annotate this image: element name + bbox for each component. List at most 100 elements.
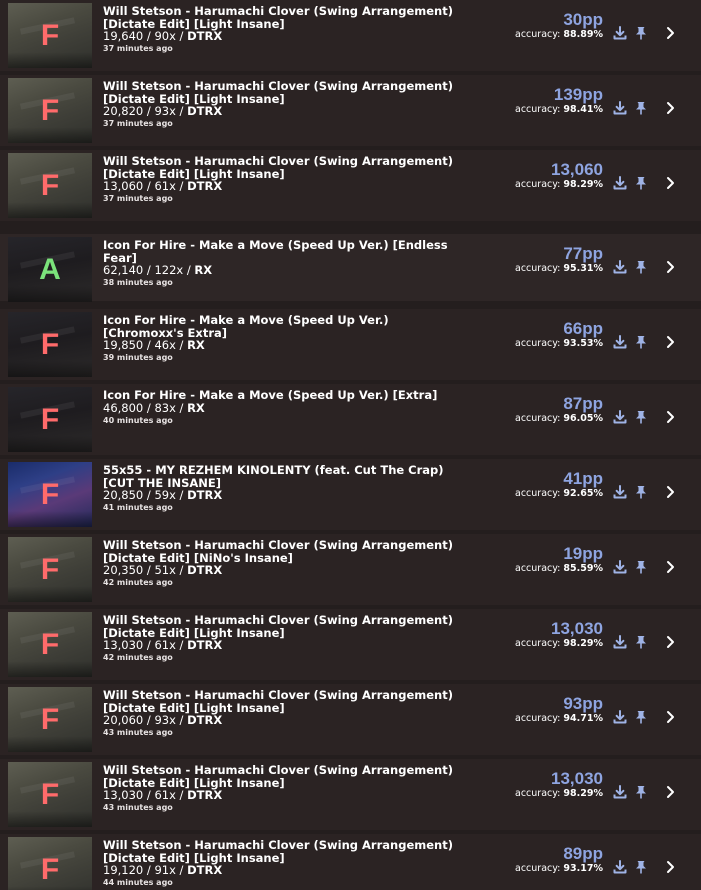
download-icon[interactable] — [612, 258, 628, 276]
pin-icon[interactable] — [633, 858, 649, 876]
accuracy: accuracy: 98.41% — [515, 104, 603, 116]
time-ago: 42 minutes ago — [103, 653, 173, 662]
download-icon[interactable] — [612, 708, 628, 726]
pin-icon[interactable] — [633, 708, 649, 726]
score-performance: 66pp accuracy: 93.53% — [515, 319, 603, 350]
pin-icon[interactable] — [633, 333, 649, 351]
beatmap-thumbnail: F — [8, 3, 92, 68]
score-stats: 13,030 / 61x / DTRX — [103, 788, 223, 802]
max-combo: 83x — [154, 400, 176, 415]
pp-value: 13,030 — [551, 619, 603, 638]
score-row[interactable]: F Will Stetson - Harumachi Clover (Swing… — [0, 684, 701, 755]
pp-value: 19pp — [563, 544, 603, 563]
chevron-right-icon[interactable] — [662, 99, 678, 117]
chevron-right-icon[interactable] — [662, 408, 678, 426]
mods-label: DTRX — [187, 638, 223, 652]
score-row[interactable]: F Will Stetson - Harumachi Clover (Swing… — [0, 609, 701, 680]
max-combo: 51x — [154, 563, 176, 577]
pin-icon[interactable] — [633, 558, 649, 576]
score-row[interactable]: F Will Stetson - Harumachi Clover (Swing… — [0, 834, 701, 890]
accuracy-value: 98.29% — [563, 638, 603, 649]
score-row[interactable]: F Will Stetson - Harumachi Clover (Swing… — [0, 75, 701, 146]
download-icon[interactable] — [612, 99, 628, 117]
beatmap-title[interactable]: Will Stetson - Harumachi Clover (Swing A… — [103, 839, 463, 864]
score-stats: 20,820 / 93x / DTRX — [103, 104, 223, 118]
beatmap-title[interactable]: Icon For Hire - Make a Move (Speed Up Ve… — [103, 314, 463, 339]
beatmap-thumbnail: F — [8, 387, 92, 452]
grade-badge: F — [40, 327, 60, 361]
score-row[interactable]: F Will Stetson - Harumachi Clover (Swing… — [0, 150, 701, 221]
grade-badge: A — [39, 252, 61, 286]
beatmap-title[interactable]: Will Stetson - Harumachi Clover (Swing A… — [103, 764, 463, 789]
chevron-right-icon[interactable] — [662, 483, 678, 501]
score-stats: 13,060 / 61x / DTRX — [103, 179, 223, 193]
chevron-right-icon[interactable] — [662, 708, 678, 726]
score-row[interactable]: F Will Stetson - Harumachi Clover (Swing… — [0, 0, 701, 71]
download-icon[interactable] — [612, 858, 628, 876]
pin-icon[interactable] — [633, 633, 649, 651]
score-stats: 20,350 / 51x / DTRX — [103, 563, 223, 577]
accuracy-label: accuracy: — [515, 638, 561, 649]
mods-label: RX — [194, 263, 213, 277]
score-row[interactable]: F Will Stetson - Harumachi Clover (Swing… — [0, 534, 701, 605]
pin-icon[interactable] — [633, 99, 649, 117]
chevron-right-icon[interactable] — [662, 858, 678, 876]
accuracy: accuracy: 92.65% — [515, 488, 603, 500]
pin-icon[interactable] — [633, 783, 649, 801]
score-row[interactable]: A Icon For Hire - Make a Move (Speed Up … — [0, 234, 701, 302]
time-ago: 38 minutes ago — [103, 278, 173, 287]
beatmap-thumbnail: F — [8, 537, 92, 602]
chevron-right-icon[interactable] — [662, 258, 678, 276]
beatmap-title[interactable]: Will Stetson - Harumachi Clover (Swing A… — [103, 614, 463, 639]
beatmap-title[interactable]: Will Stetson - Harumachi Clover (Swing A… — [103, 539, 463, 564]
download-icon[interactable] — [612, 333, 628, 351]
chevron-right-icon[interactable] — [662, 174, 678, 192]
pin-icon[interactable] — [633, 174, 649, 192]
score-value: 20,820 — [103, 104, 144, 118]
chevron-right-icon[interactable] — [662, 633, 678, 651]
score-performance: 139pp accuracy: 98.41% — [515, 85, 603, 116]
score-row[interactable]: F Will Stetson - Harumachi Clover (Swing… — [0, 759, 701, 830]
score-performance: 19pp accuracy: 85.59% — [515, 544, 603, 575]
pin-icon[interactable] — [633, 483, 649, 501]
score-info: Will Stetson - Harumachi Clover (Swing A… — [103, 689, 463, 739]
beatmap-title[interactable]: Icon For Hire - Make a Move (Speed Up Ve… — [103, 239, 463, 264]
download-icon[interactable] — [612, 633, 628, 651]
beatmap-title[interactable]: Will Stetson - Harumachi Clover (Swing A… — [103, 155, 463, 180]
chevron-right-icon[interactable] — [662, 333, 678, 351]
score-row[interactable]: F 55x55 - MY REZHEM KINOLENTY (feat. Cut… — [0, 459, 701, 530]
chevron-right-icon[interactable] — [662, 558, 678, 576]
accuracy-label: accuracy: — [515, 488, 561, 499]
accuracy-value: 93.17% — [563, 863, 603, 874]
score-stats: 20,060 / 93x / DTRX — [103, 713, 223, 727]
accuracy-label: accuracy: — [515, 29, 561, 40]
score-value: 13,030 — [103, 638, 144, 652]
accuracy-value: 94.71% — [563, 713, 603, 724]
pp-value: 87pp — [563, 394, 603, 413]
score-row[interactable]: F Icon For Hire - Make a Move (Speed Up … — [0, 384, 701, 455]
pin-icon[interactable] — [633, 24, 649, 42]
beatmap-title[interactable]: Will Stetson - Harumachi Clover (Swing A… — [103, 5, 463, 30]
chevron-right-icon[interactable] — [662, 783, 678, 801]
beatmap-title[interactable]: Will Stetson - Harumachi Clover (Swing A… — [103, 80, 463, 105]
download-icon[interactable] — [612, 558, 628, 576]
time-ago: 37 minutes ago — [103, 119, 173, 128]
chevron-right-icon[interactable] — [662, 24, 678, 42]
beatmap-title[interactable]: Will Stetson - Harumachi Clover (Swing A… — [103, 689, 463, 714]
download-icon[interactable] — [612, 24, 628, 42]
score-stats: 62,140 / 122x / RX — [103, 263, 213, 277]
score-row[interactable]: F Icon For Hire - Make a Move (Speed Up … — [0, 309, 701, 380]
beatmap-thumbnail: F — [8, 312, 92, 377]
pin-icon[interactable] — [633, 408, 649, 426]
download-icon[interactable] — [612, 483, 628, 501]
download-icon[interactable] — [612, 174, 628, 192]
accuracy-value: 95.31% — [563, 263, 603, 274]
score-value: 19,640 — [103, 29, 144, 43]
download-icon[interactable] — [612, 783, 628, 801]
download-icon[interactable] — [612, 408, 628, 426]
beatmap-title[interactable]: 55x55 - MY REZHEM KINOLENTY (feat. Cut T… — [103, 464, 463, 489]
pp-value: 77pp — [563, 244, 603, 263]
accuracy-value: 85.59% — [563, 563, 603, 574]
pin-icon[interactable] — [633, 258, 649, 276]
score-value: 19,120 — [103, 863, 144, 877]
